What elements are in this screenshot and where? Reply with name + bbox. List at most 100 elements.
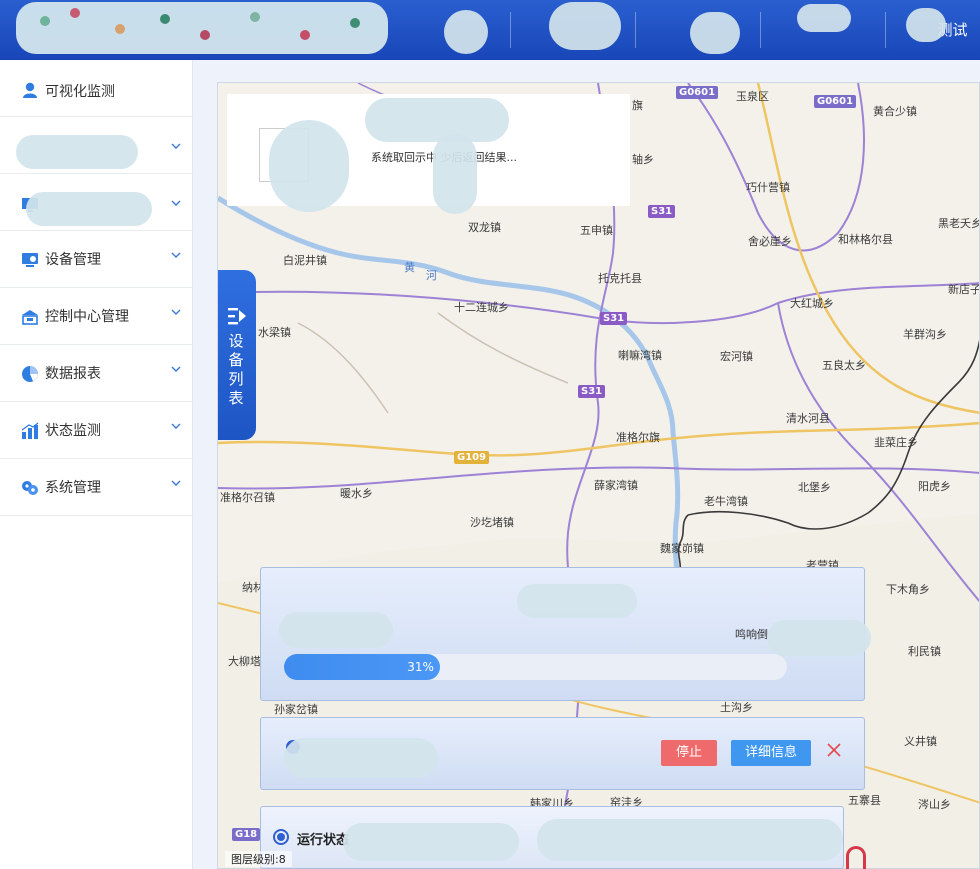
- sidebar-item-system-management[interactable]: 系统管理: [0, 459, 193, 516]
- building-icon: [22, 310, 38, 325]
- nav-divider: [760, 12, 761, 48]
- map-place-label: 白泥井镇: [283, 254, 327, 267]
- chevron-down-icon: [171, 480, 181, 486]
- map-place-label: 宏河镇: [720, 350, 753, 363]
- chevron-down-icon: [171, 309, 181, 315]
- map-place-label: 舍必崖乡: [748, 235, 792, 248]
- map-place-label: 五良太乡: [822, 359, 866, 372]
- road-tag: G18: [232, 828, 261, 841]
- pie-chart-icon: [22, 366, 38, 382]
- road-tag: G109: [454, 451, 490, 464]
- chevron-down-icon: [171, 143, 181, 149]
- map-place-label: 魏家峁镇: [660, 542, 704, 555]
- chevron-down-icon: [171, 200, 181, 206]
- redacted-nav-5: [906, 8, 946, 42]
- countdown-label: 鸣响倒: [735, 628, 768, 641]
- map-place-label: 孙家岔镇: [274, 703, 318, 716]
- map-place-label: 薛家湾镇: [594, 479, 638, 492]
- road-tag: S31: [600, 312, 628, 325]
- map-place-label: 黑老夭乡: [938, 217, 980, 230]
- sidebar-item-device-management[interactable]: 设备管理: [0, 231, 193, 288]
- notice-popup: 系统取回示中 少后返回结果...: [227, 94, 630, 214]
- gear-cluster-icon: [22, 481, 38, 495]
- map-place-label: 黄: [404, 261, 415, 274]
- map-place-label: 轴乡: [632, 153, 654, 166]
- sidebar-item-control-center[interactable]: 控制中心管理: [0, 288, 193, 345]
- sidebar-item-label: 数据报表: [45, 366, 101, 382]
- status-radio-dot: [277, 833, 285, 841]
- broadcast-progress-panel: 鸣响倒 31%: [260, 567, 871, 701]
- map-place-label: 五申镇: [580, 224, 613, 237]
- user-location-icon: [23, 82, 37, 98]
- map-place-label: 水梁镇: [258, 326, 291, 339]
- sidebar-item-status-monitor[interactable]: 状态监测: [0, 402, 193, 459]
- progress-bar: 31%: [284, 654, 787, 680]
- map-place-label: 准格尔旗: [616, 431, 660, 444]
- redacted-action-title: [284, 738, 438, 778]
- map-place-label: 韭菜庄乡: [874, 436, 918, 449]
- broadcast-action-panel: 停止 详细信息: [260, 717, 865, 790]
- road-tag: G0601: [814, 95, 857, 108]
- chevron-down-icon: [171, 366, 181, 372]
- map-place-label: 利民镇: [908, 645, 941, 658]
- redacted-status-2: [537, 819, 843, 861]
- map-place-label: 河: [426, 269, 437, 282]
- details-button[interactable]: 详细信息: [731, 740, 811, 766]
- nav-divider: [635, 12, 636, 48]
- sidebar-item-data-report[interactable]: 数据报表: [0, 345, 193, 402]
- device-screen-icon: [22, 253, 38, 267]
- progress-fill: 31%: [284, 654, 440, 680]
- nav-divider: [510, 12, 511, 48]
- sidebar-item-label: 状态监测: [45, 423, 101, 439]
- redacted-nav-1: [444, 10, 488, 54]
- redacted-title: [517, 584, 637, 618]
- map-place-label: 双龙镇: [468, 221, 501, 234]
- sidebar-item-redacted-2[interactable]: [0, 174, 193, 231]
- red-marker-icon: [846, 846, 866, 869]
- map-place-label: 大红城乡: [790, 297, 834, 310]
- map-zoom-level: 图层级别:8: [225, 851, 292, 867]
- map-place-label: 义井镇: [904, 735, 937, 748]
- map-place-label: 下木角乡: [886, 583, 930, 596]
- map-place-label: 羊群沟乡: [903, 328, 947, 341]
- road-tag: S31: [578, 385, 606, 398]
- map-place-label: 北堡乡: [798, 481, 831, 494]
- top-header: 测试: [0, 0, 980, 60]
- device-list-tab-label: 设备列表: [228, 332, 244, 407]
- stop-button[interactable]: 停止: [661, 740, 717, 766]
- redacted-device-name: [279, 612, 393, 648]
- progress-percent: 31%: [407, 660, 434, 674]
- road-tag: S31: [648, 205, 676, 218]
- sidebar-menu: 可视化监测 设备管理 控制中心管理 数据报表 状态监测 系统管理: [0, 60, 193, 869]
- sidebar-item-visual-monitor[interactable]: 可视化监测: [0, 60, 193, 117]
- running-status-panel: 运行状态: [260, 806, 844, 869]
- map-place-label: 准格尔召镇: [220, 491, 275, 504]
- sidebar-item-label: 系统管理: [45, 480, 101, 496]
- map-place-label: 巧什营镇: [746, 181, 790, 194]
- map-place-label: 十二连城乡: [454, 301, 509, 314]
- redacted-countdown: [767, 620, 871, 656]
- redacted-notice-3: [433, 134, 477, 214]
- map-place-label: 黄合少镇: [873, 105, 917, 118]
- map-place-label: 老牛湾镇: [704, 495, 748, 508]
- sidebar-item-redacted-1[interactable]: [0, 117, 193, 174]
- device-list-tab[interactable]: 设备列表: [218, 270, 256, 440]
- road-tag: G0601: [676, 86, 719, 99]
- chevron-down-icon: [171, 423, 181, 429]
- map-place-label: 阳虎乡: [918, 480, 951, 493]
- map-place-label: 沙圪堵镇: [470, 516, 514, 529]
- redacted-notice-1: [269, 120, 349, 212]
- sidebar-item-label: 可视化监测: [45, 84, 115, 100]
- map-place-label: 喇嘛湾镇: [618, 349, 662, 362]
- status-title: 运行状态: [297, 833, 350, 848]
- map-place-label: 涔山乡: [918, 798, 951, 811]
- map-place-label: 玉泉区: [736, 90, 769, 103]
- sidebar-item-label: 控制中心管理: [45, 309, 129, 325]
- sidebar-item-label: 设备管理: [45, 252, 101, 268]
- map-place-label: 暖水乡: [340, 487, 373, 500]
- map-place-label: 清水河县: [786, 412, 830, 425]
- map-place-label: 土沟乡: [720, 701, 753, 714]
- redacted-label: [16, 135, 138, 169]
- close-icon[interactable]: [827, 743, 841, 757]
- chevron-down-icon: [171, 252, 181, 258]
